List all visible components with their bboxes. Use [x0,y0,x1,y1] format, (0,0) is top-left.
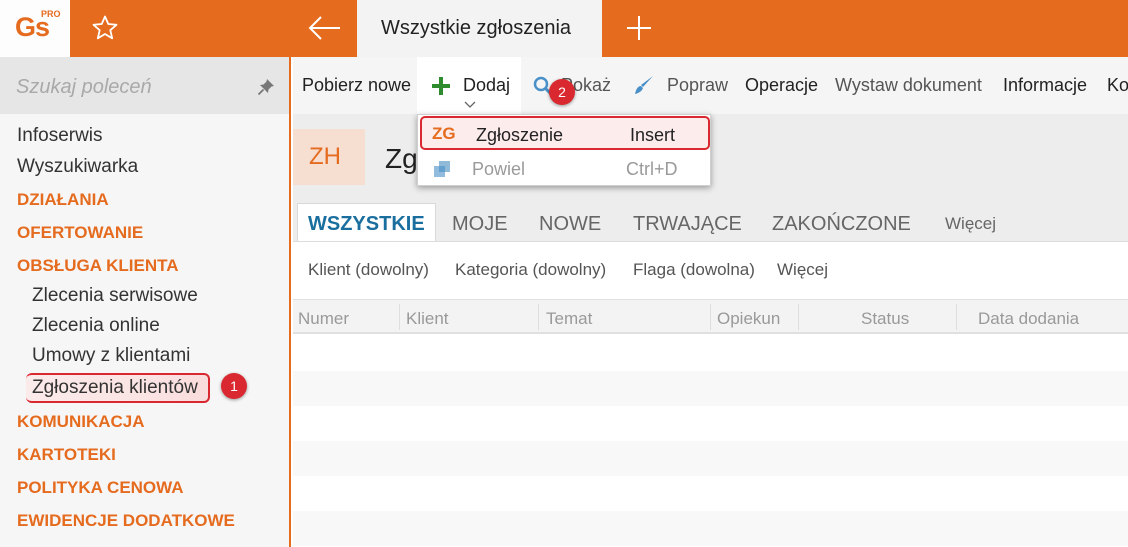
column-temat[interactable]: Temat [546,309,592,329]
sidebar-section-kartoteki[interactable]: KARTOTEKI [17,445,116,465]
filter-flaga[interactable]: Flaga (dowolna) [633,260,755,280]
app-logo: Gs PRO [0,0,70,57]
menu-item-zgloszenie[interactable]: ZG Zgłoszenie Insert [420,116,710,150]
brush-icon [635,76,653,94]
step-badge-2: 2 [549,79,575,105]
module-badge-text: ZH [309,143,341,170]
sidebar-section-polityka-cenowa[interactable]: POLITYKA CENOWA [17,478,184,498]
column-opiekun[interactable]: Opiekun [717,309,780,329]
table-row[interactable] [293,476,1128,511]
toolbar: Pobierz nowe Dodaj Pokaż Popraw Operacje… [293,57,1128,114]
column-numer[interactable]: Numer [298,309,349,329]
table-row[interactable] [293,406,1128,441]
table-header: Numer Klient Temat Opiekun Status Data d… [293,299,1128,334]
step-badge-1: 1 [221,373,247,399]
sidebar-section-ewidencje-dodatkowe[interactable]: EWIDENCJE DODATKOWE [17,511,235,531]
module-badge: ZH [293,129,365,185]
zgloszenie-abbr-icon: ZG [432,124,456,143]
menu-item-label: Powiel [472,159,526,179]
column-separator[interactable] [399,304,400,330]
tab-trwajace[interactable]: TRWAJĄCE [633,213,742,236]
filter-bar: Klient (dowolny) Kategoria (dowolny) Fla… [293,241,1128,299]
sidebar-item-zlecenia-online[interactable]: Zlecenia online [32,315,160,337]
menu-item-powiel[interactable]: Powiel Ctrl+D [418,152,710,186]
tab-moje[interactable]: MOJE [452,213,508,236]
sidebar-item-umowy-z-klientami[interactable]: Umowy z klientami [32,345,190,367]
menu-item-label: Zgłoszenie [476,125,564,145]
sidebar-section-ofertowanie[interactable]: OFERTOWANIE [17,223,143,243]
wystaw-dokument-button[interactable]: Wystaw dokument [835,75,982,96]
sidebar-item-infoserwis[interactable]: Infoserwis [17,125,103,147]
tab-nowe[interactable]: NOWE [539,213,601,236]
chevron-down-icon [464,101,476,108]
column-separator[interactable] [798,304,799,330]
sidebar-item-zlecenia-serwisowe[interactable]: Zlecenia serwisowe [32,285,198,307]
operacje-button[interactable]: Operacje [745,75,818,96]
duplicate-icon [434,161,450,177]
sidebar-section-obsluga-klienta[interactable]: OBSŁUGA KLIENTA [17,256,179,276]
column-separator[interactable] [710,304,711,330]
column-klient[interactable]: Klient [406,309,449,329]
menu-item-shortcut: Insert [630,125,676,145]
sidebar-item-wyszukiwarka[interactable]: Wyszukiwarka [17,156,138,178]
star-icon[interactable] [91,14,119,42]
back-arrow-icon[interactable] [307,13,343,43]
popraw-button[interactable]: Popraw [667,75,728,96]
informacje-button[interactable]: Informacje [1003,75,1087,96]
command-search-input[interactable] [16,73,236,101]
tab-title: Wszystkie zgłoszenia [381,17,572,39]
sidebar-section-komunikacja[interactable]: KOMUNIKACJA [17,412,145,432]
ko-button[interactable]: Ko [1107,75,1128,96]
page-title: Zg [385,143,418,174]
filter-wiecej[interactable]: Więcej [777,260,828,280]
sidebar: Infoserwis Wyszukiwarka DZIAŁANIA OFERTO… [0,57,291,547]
tab-wszystkie[interactable]: WSZYSTKIE [308,213,425,236]
command-search [0,57,289,114]
filter-kategoria[interactable]: Kategoria (dowolny) [455,260,606,280]
table-row[interactable] [293,441,1128,476]
column-data-dodania[interactable]: Data dodania [978,309,1079,329]
new-tab-plus-icon[interactable] [624,13,654,43]
sidebar-section-dzialania[interactable]: DZIAŁANIA [17,190,109,210]
dodaj-dropdown-menu: ZG Zgłoszenie Insert Powiel Ctrl+D [417,114,711,186]
table-row[interactable] [293,371,1128,406]
table-row[interactable] [293,336,1128,371]
tab-wszystkie-zgloszenia[interactable]: Wszystkie zgłoszenia [357,0,602,57]
column-separator[interactable] [538,304,539,330]
column-separator[interactable] [956,304,957,330]
dodaj-label: Dodaj [463,75,511,95]
table-row[interactable] [293,511,1128,546]
filter-klient[interactable]: Klient (dowolny) [308,260,429,280]
pin-icon[interactable] [256,77,276,97]
menu-item-shortcut: Ctrl+D [626,159,678,179]
pobierz-nowe-button[interactable]: Pobierz nowe [302,75,411,96]
plus-green-icon [432,77,450,95]
column-status[interactable]: Status [861,309,909,329]
top-bar: Gs PRO Wszystkie zgłoszenia [0,0,1128,57]
logo-badge: PRO [41,9,61,19]
tab-wiecej[interactable]: Więcej [945,214,996,234]
tab-zakonczone[interactable]: ZAKOŃCZONE [772,213,911,236]
sidebar-item-zgloszenia-klientow[interactable]: Zgłoszenia klientów [26,373,210,403]
